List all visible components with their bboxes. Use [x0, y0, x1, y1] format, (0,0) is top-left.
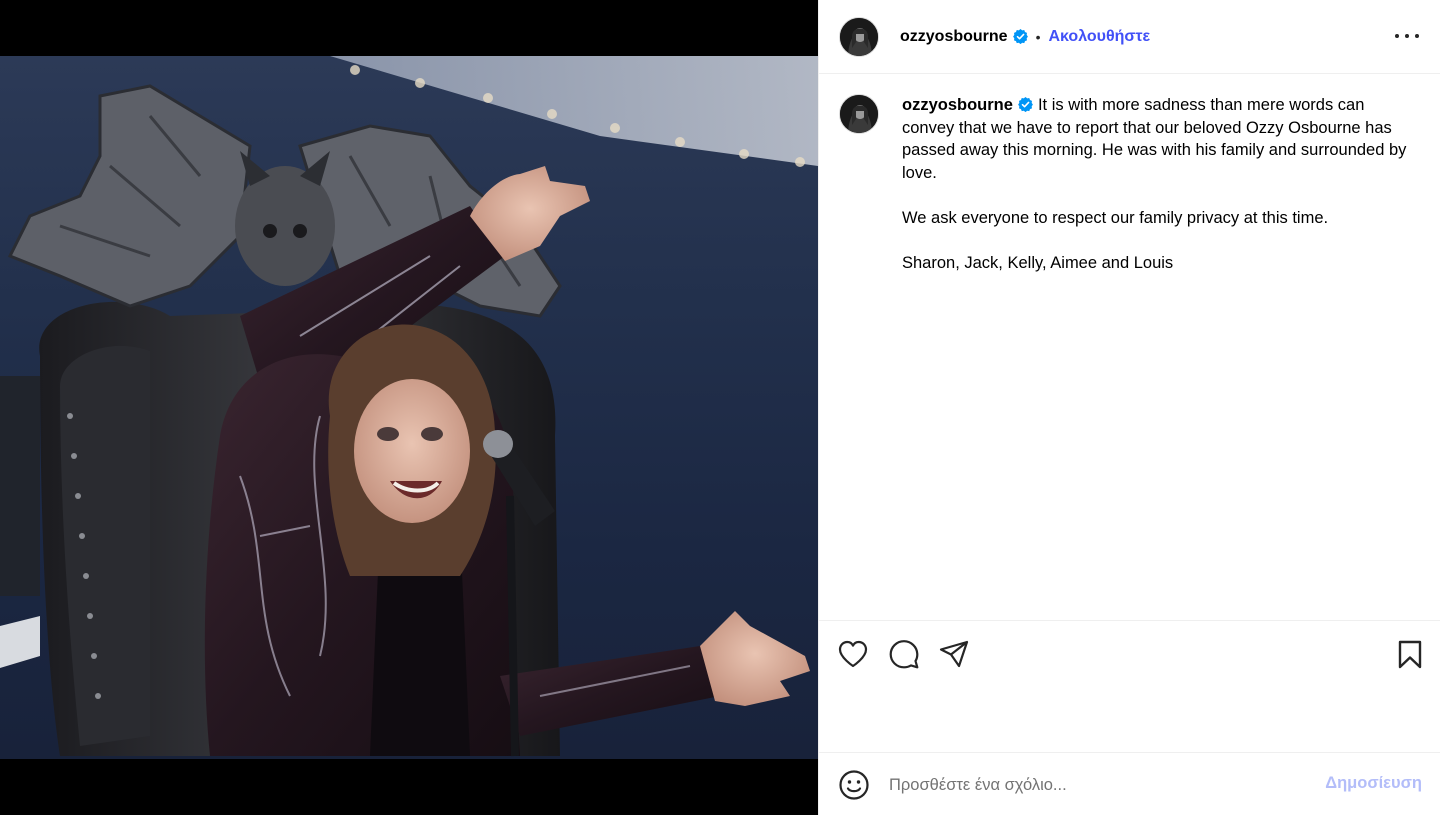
photo-illustration	[0, 56, 818, 757]
avatar-image	[840, 17, 878, 56]
smiley-icon[interactable]	[838, 769, 870, 801]
post-caption: ozzyosbourne It is with more sadness tha…	[902, 94, 1412, 274]
post-panel: ozzyosbourne • Ακολουθήστε ozzyosbourne	[818, 0, 1440, 815]
action-bar	[819, 620, 1440, 752]
comment-input[interactable]	[889, 771, 1309, 799]
paper-plane-icon[interactable]	[938, 638, 970, 670]
comment-bar: Δημοσίευση	[819, 752, 1440, 815]
comment-bubble-icon[interactable]	[888, 638, 920, 670]
caption-text-2: We ask everyone to respect our family pr…	[902, 208, 1329, 227]
verified-badge-icon	[1018, 97, 1033, 112]
separator-dot: •	[1035, 28, 1041, 45]
caption-text-3: Sharon, Jack, Kelly, Aimee and Louis	[902, 253, 1174, 272]
post-media[interactable]	[0, 0, 818, 815]
post-header: ozzyosbourne • Ακολουθήστε	[819, 0, 1440, 74]
caption-block: ozzyosbourne It is with more sadness tha…	[839, 94, 1429, 274]
post-photo[interactable]	[0, 56, 818, 759]
caption-avatar[interactable]	[839, 94, 879, 134]
author-avatar[interactable]	[839, 16, 879, 57]
heart-icon[interactable]	[837, 638, 869, 670]
author-username[interactable]: ozzyosbourne	[900, 28, 1008, 46]
avatar-image	[840, 95, 878, 133]
caption-username[interactable]: ozzyosbourne	[902, 96, 1013, 114]
bookmark-icon[interactable]	[1394, 638, 1426, 670]
post-comment-button[interactable]: Δημοσίευση	[1325, 774, 1422, 793]
more-options-icon[interactable]	[1395, 26, 1419, 46]
verified-badge-icon	[1012, 29, 1028, 44]
follow-button[interactable]: Ακολουθήστε	[1048, 28, 1150, 46]
